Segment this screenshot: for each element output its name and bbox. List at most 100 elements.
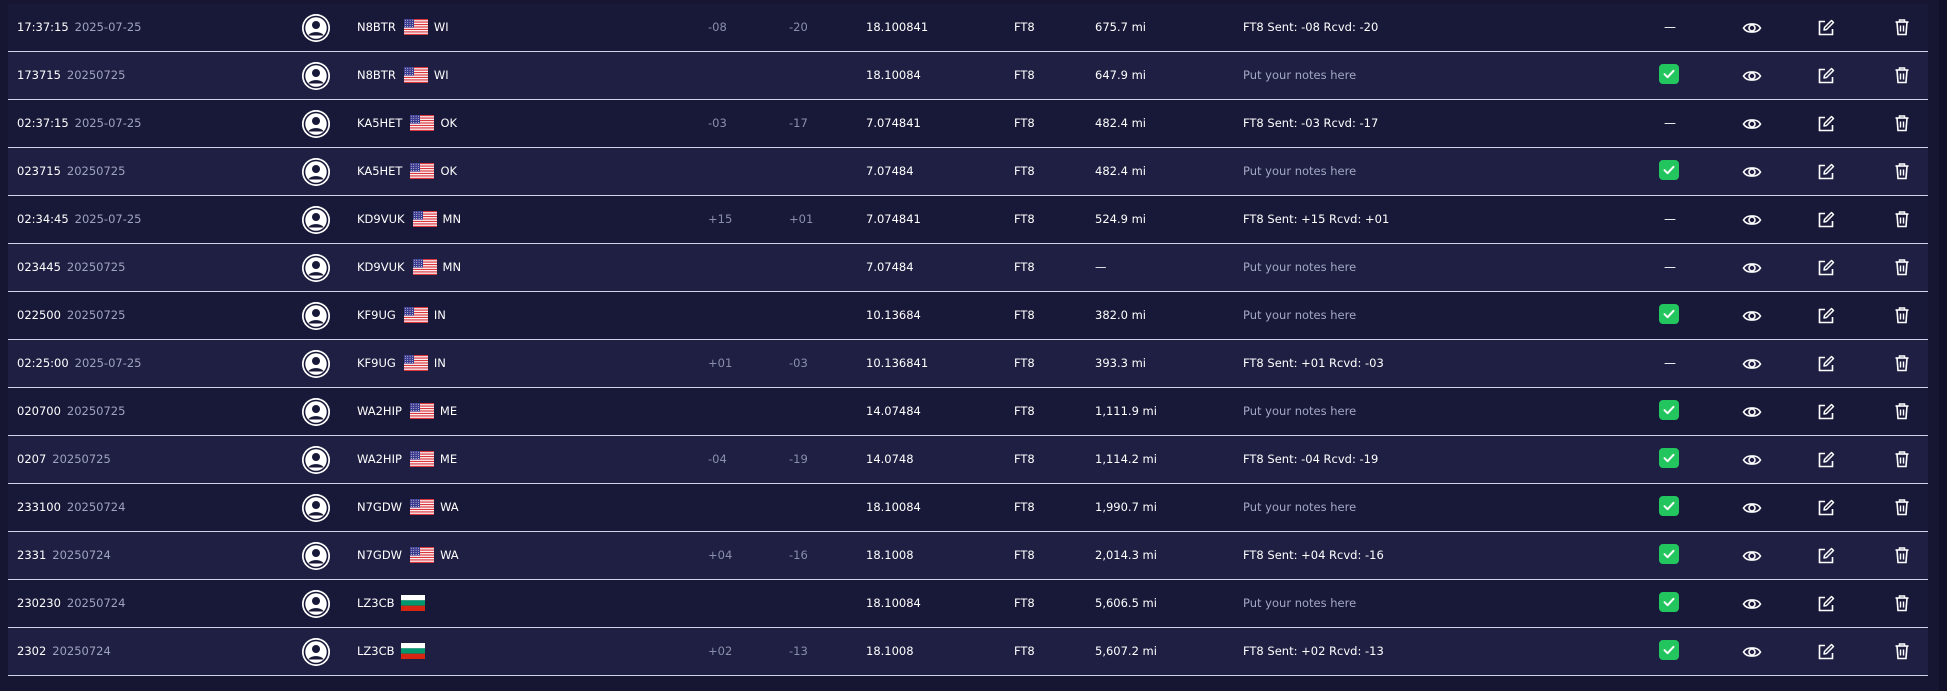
edit-button[interactable] <box>1816 402 1836 422</box>
view-button[interactable] <box>1742 162 1762 182</box>
callsign-cell[interactable]: N8BTR WI <box>357 52 449 99</box>
user-avatar-icon[interactable] <box>302 14 330 42</box>
trash-icon[interactable] <box>1892 161 1912 181</box>
eye-icon[interactable] <box>1742 594 1762 614</box>
trash-icon[interactable] <box>1892 593 1912 613</box>
user-avatar-icon[interactable] <box>302 446 330 474</box>
edit-icon[interactable] <box>1816 258 1836 278</box>
eye-icon[interactable] <box>1742 114 1762 134</box>
trash-icon[interactable] <box>1892 449 1912 469</box>
eye-icon[interactable] <box>1742 66 1762 86</box>
notes[interactable]: FT8 Sent: +01 Rcvd: -03 <box>1243 340 1384 387</box>
delete-button[interactable] <box>1892 545 1912 565</box>
edit-button[interactable] <box>1816 162 1836 182</box>
edit-icon[interactable] <box>1816 354 1836 374</box>
eye-icon[interactable] <box>1742 258 1762 278</box>
user-avatar-icon[interactable] <box>302 542 330 570</box>
table-row[interactable]: 02:25:00 2025-07-25 KF9UG IN +01 -03 10.13… <box>8 340 1928 388</box>
user-avatar-icon[interactable] <box>302 158 330 186</box>
delete-button[interactable] <box>1892 209 1912 229</box>
edit-icon[interactable] <box>1816 498 1836 518</box>
notes[interactable]: FT8 Sent: +04 Rcvd: -16 <box>1243 532 1384 579</box>
trash-icon[interactable] <box>1892 17 1912 37</box>
user-avatar-icon[interactable] <box>302 638 330 666</box>
edit-button[interactable] <box>1816 642 1836 662</box>
notes[interactable]: Put your notes here <box>1243 580 1356 627</box>
user-avatar-icon[interactable] <box>302 110 330 138</box>
callsign-cell[interactable]: KA5HET OK <box>357 148 457 195</box>
edit-button[interactable] <box>1816 66 1836 86</box>
view-button[interactable] <box>1742 546 1762 566</box>
view-button[interactable] <box>1742 642 1762 662</box>
user-avatar-icon[interactable] <box>302 590 330 618</box>
eye-icon[interactable] <box>1742 354 1762 374</box>
edit-button[interactable] <box>1816 594 1836 614</box>
edit-icon[interactable] <box>1816 210 1836 230</box>
edit-button[interactable] <box>1816 546 1836 566</box>
callsign-cell[interactable]: LZ3CB <box>357 580 431 627</box>
edit-button[interactable] <box>1816 258 1836 278</box>
edit-icon[interactable] <box>1816 402 1836 422</box>
user-avatar-icon[interactable] <box>302 350 330 378</box>
edit-icon[interactable] <box>1816 594 1836 614</box>
edit-button[interactable] <box>1816 114 1836 134</box>
callsign-cell[interactable]: N7GDW WA <box>357 484 459 531</box>
table-row[interactable]: 230230 20250724 LZ3CB 18.10084 FT8 5,606.… <box>8 580 1928 628</box>
delete-button[interactable] <box>1892 353 1912 373</box>
user-avatar-icon[interactable] <box>302 254 330 282</box>
notes[interactable]: FT8 Sent: -08 Rcvd: -20 <box>1243 4 1378 51</box>
delete-button[interactable] <box>1892 401 1912 421</box>
view-button[interactable] <box>1742 114 1762 134</box>
table-row[interactable]: 023715 20250725 KA5HET OK 7.07484 FT8 482.… <box>8 148 1928 196</box>
view-button[interactable] <box>1742 354 1762 374</box>
trash-icon[interactable] <box>1892 353 1912 373</box>
table-row[interactable]: 02:34:45 2025-07-25 KD9VUK MN +15 +01 7.07… <box>8 196 1928 244</box>
notes[interactable]: Put your notes here <box>1243 148 1356 195</box>
notes[interactable]: Put your notes here <box>1243 388 1356 435</box>
eye-icon[interactable] <box>1742 162 1762 182</box>
eye-icon[interactable] <box>1742 450 1762 470</box>
table-row[interactable]: 2302 20250724 LZ3CB +02 -13 18.1008 FT8 5… <box>8 628 1928 676</box>
eye-icon[interactable] <box>1742 18 1762 38</box>
callsign-cell[interactable]: KF9UG IN <box>357 292 446 339</box>
callsign-cell[interactable]: N8BTR WI <box>357 4 449 51</box>
edit-button[interactable] <box>1816 450 1836 470</box>
trash-icon[interactable] <box>1892 113 1912 133</box>
view-button[interactable] <box>1742 306 1762 326</box>
notes[interactable]: Put your notes here <box>1243 244 1356 291</box>
view-button[interactable] <box>1742 210 1762 230</box>
notes[interactable]: Put your notes here <box>1243 292 1356 339</box>
callsign-cell[interactable]: LZ3CB <box>357 628 431 675</box>
view-button[interactable] <box>1742 498 1762 518</box>
user-avatar-icon[interactable] <box>302 62 330 90</box>
delete-button[interactable] <box>1892 641 1912 661</box>
trash-icon[interactable] <box>1892 545 1912 565</box>
table-row[interactable]: 023445 20250725 KD9VUK MN 7.07484 FT8 — Pu… <box>8 244 1928 292</box>
delete-button[interactable] <box>1892 17 1912 37</box>
edit-icon[interactable] <box>1816 306 1836 326</box>
table-row[interactable]: 173715 20250725 N8BTR WI 18.10084 FT8 647.… <box>8 52 1928 100</box>
delete-button[interactable] <box>1892 593 1912 613</box>
eye-icon[interactable] <box>1742 210 1762 230</box>
notes[interactable]: FT8 Sent: +15 Rcvd: +01 <box>1243 196 1389 243</box>
edit-button[interactable] <box>1816 210 1836 230</box>
scrollbar-track[interactable] <box>1939 0 1947 691</box>
edit-icon[interactable] <box>1816 450 1836 470</box>
callsign-cell[interactable]: WA2HIP ME <box>357 436 457 483</box>
table-row[interactable]: 0207 20250725 WA2HIP ME -04 -19 14.0748 FT… <box>8 436 1928 484</box>
delete-button[interactable] <box>1892 449 1912 469</box>
user-avatar-icon[interactable] <box>302 206 330 234</box>
trash-icon[interactable] <box>1892 209 1912 229</box>
edit-button[interactable] <box>1816 18 1836 38</box>
eye-icon[interactable] <box>1742 642 1762 662</box>
user-avatar-icon[interactable] <box>302 494 330 522</box>
view-button[interactable] <box>1742 402 1762 422</box>
callsign-cell[interactable]: KA5HET OK <box>357 100 457 147</box>
table-row[interactable]: 17:37:15 2025-07-25 N8BTR WI -08 -20 18.10… <box>8 4 1928 52</box>
trash-icon[interactable] <box>1892 497 1912 517</box>
user-avatar-icon[interactable] <box>302 302 330 330</box>
trash-icon[interactable] <box>1892 257 1912 277</box>
table-row[interactable]: 020700 20250725 WA2HIP ME 14.07484 FT8 1,1… <box>8 388 1928 436</box>
callsign-cell[interactable]: KD9VUK MN <box>357 196 461 243</box>
callsign-cell[interactable]: WA2HIP ME <box>357 388 457 435</box>
